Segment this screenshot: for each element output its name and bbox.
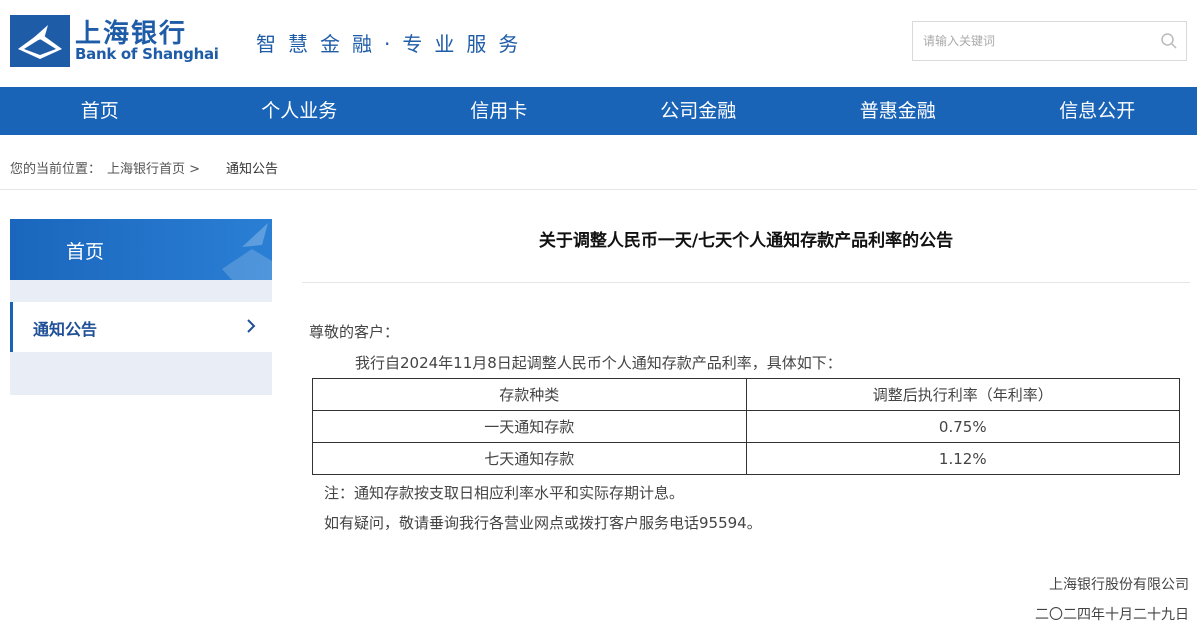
table-cell: 七天通知存款 (312, 442, 747, 475)
title-divider (302, 282, 1190, 283)
note-text: 注：通知存款按支取日相应利率水平和实际存期计息。 (324, 484, 685, 502)
contact-text: 如有疑问，敬请垂询我行各营业网点或拨打客户服务电话95594。 (324, 514, 762, 532)
chevron-right-icon (247, 319, 256, 333)
nav-item-credit-card[interactable]: 信用卡 (399, 87, 599, 135)
sidebar-item-notices[interactable]: 通知公告 (10, 302, 272, 352)
slogan: 智慧金融·专业服务 (256, 32, 531, 56)
nav-item-corporate[interactable]: 公司金融 (599, 87, 799, 135)
search-input[interactable] (923, 22, 1143, 60)
table-cell: 一天通知存款 (312, 410, 747, 443)
table-cell: 0.75% (745, 410, 1180, 443)
greeting: 尊敬的客户： (309, 323, 400, 341)
sidebar-header[interactable]: 首页 (10, 219, 272, 280)
article-title: 关于调整人民币一天/七天个人通知存款产品利率的公告 (538, 231, 954, 251)
site-header: 上海银行 Bank of Shanghai 智慧金融·专业服务 (0, 0, 1197, 87)
issuer-signature: 上海银行股份有限公司 (1049, 577, 1189, 593)
table-header-cell: 调整后执行利率（年利率） (745, 378, 1180, 411)
breadcrumb-prefix: 您的当前位置： (10, 162, 102, 177)
table-row: 一天通知存款 0.75% (312, 410, 1180, 443)
breadcrumb: 您的当前位置： 上海银行首页 > 通知公告 (10, 158, 284, 177)
intro-paragraph: 我行自2024年11月8日起调整人民币个人通知存款产品利率，具体如下： (355, 354, 842, 372)
brand-name-en: Bank of Shanghai (75, 45, 219, 63)
sidebar-spacer (10, 280, 272, 302)
decorative-logo-icon (222, 223, 272, 280)
breadcrumb-divider (0, 189, 1197, 190)
bank-logo-icon[interactable] (10, 15, 70, 67)
table-header-cell: 存款种类 (312, 378, 747, 411)
issue-date: 二〇二四年十月二十九日 (1035, 607, 1189, 623)
sidebar-footer (10, 352, 272, 395)
nav-item-inclusive[interactable]: 普惠金融 (798, 87, 998, 135)
sidebar-item-label: 通知公告 (33, 320, 98, 339)
nav-item-personal[interactable]: 个人业务 (200, 87, 400, 135)
rates-table: 存款种类 调整后执行利率（年利率） 一天通知存款 0.75% 七天通知存款 1.… (312, 378, 1180, 475)
main-nav: 首页 个人业务 信用卡 公司金融 普惠金融 信息公开 (0, 87, 1197, 135)
table-header-row: 存款种类 调整后执行利率（年利率） (312, 378, 1180, 411)
nav-item-disclosure[interactable]: 信息公开 (998, 87, 1197, 135)
nav-item-home[interactable]: 首页 (0, 87, 200, 135)
table-row: 七天通知存款 1.12% (312, 442, 1180, 475)
breadcrumb-home-link[interactable]: 上海银行首页 > (107, 162, 200, 177)
table-cell: 1.12% (745, 442, 1180, 475)
search-icon[interactable] (1160, 32, 1178, 50)
search-box (912, 21, 1187, 61)
breadcrumb-current: 通知公告 (226, 162, 279, 177)
sidebar-header-label: 首页 (66, 241, 105, 263)
